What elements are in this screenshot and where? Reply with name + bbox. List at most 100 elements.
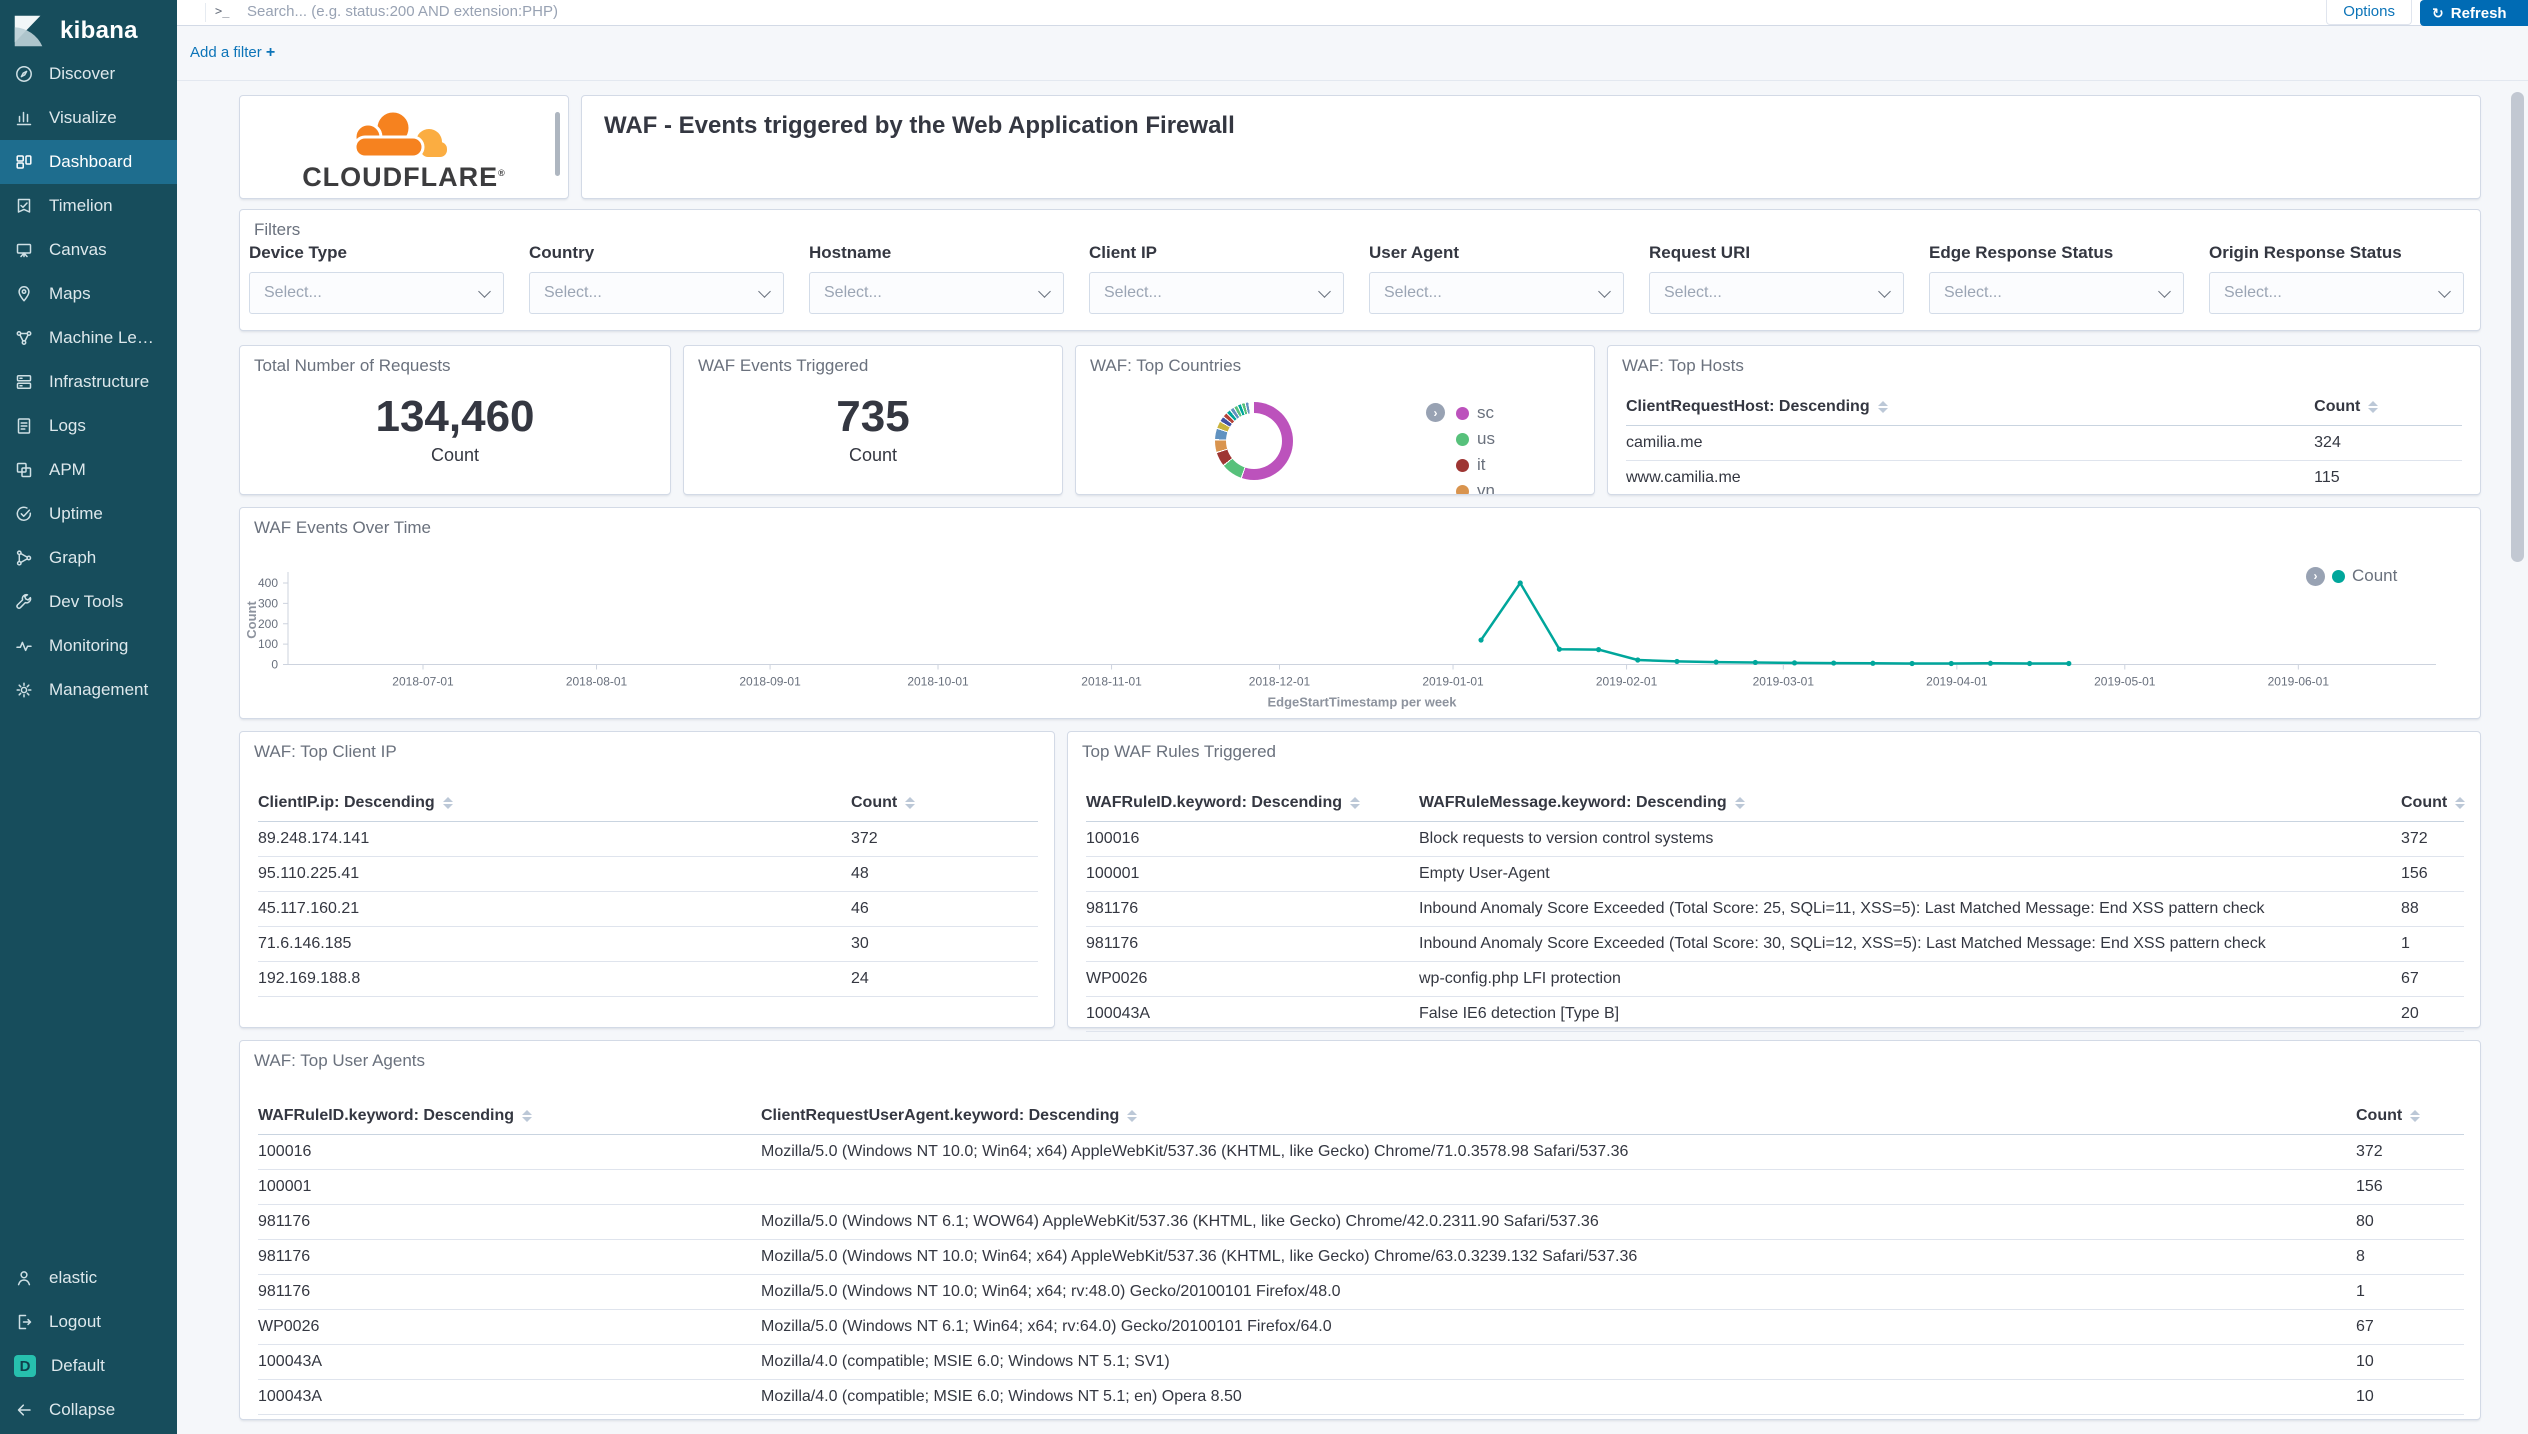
table-row[interactable]: 71.6.146.18530 [258, 927, 1038, 962]
sidebar-item-apm[interactable]: APM [0, 448, 177, 492]
sort-icon [2410, 1110, 2420, 1122]
cloudflare-cloud-icon [329, 104, 479, 166]
legend-item-sc[interactable]: sc [1456, 400, 1495, 426]
table-cell: Inbound Anomaly Score Exceeded (Total Sc… [1419, 927, 2401, 962]
sidebar-item-collapse[interactable]: Collapse [0, 1388, 177, 1432]
sidebar-item-machine-le[interactable]: Machine Le… [0, 316, 177, 360]
legend-label[interactable]: Count [2352, 566, 2397, 586]
table-row[interactable]: 100001Empty User-Agent156 [1086, 857, 2464, 892]
table-row[interactable]: 981176Mozilla/5.0 (Windows NT 10.0; Win6… [258, 1240, 2464, 1275]
filter-select-hostname[interactable]: Select... [809, 272, 1064, 314]
sidebar-item-dev-tools[interactable]: Dev Tools [0, 580, 177, 624]
kibana-logo-icon [10, 12, 48, 50]
column-header[interactable]: WAFRuleID.keyword: Descending [1086, 788, 1419, 822]
table-row[interactable]: WP0026wp-config.php LFI protection67 [1086, 962, 2464, 997]
filter-select-edge-response-status[interactable]: Select... [1929, 272, 2184, 314]
filter-select-client-ip[interactable]: Select... [1089, 272, 1344, 314]
legend-expand-icon[interactable]: › [1426, 403, 1445, 422]
filter-select-user-agent[interactable]: Select... [1369, 272, 1624, 314]
sidebar-item-default[interactable]: DDefault [0, 1344, 177, 1388]
column-header[interactable]: Count [2401, 788, 2464, 822]
add-filter-link[interactable]: Add a filter + [190, 44, 275, 62]
legend-item-vn[interactable]: vn [1456, 478, 1495, 495]
sidebar-item-uptime[interactable]: Uptime [0, 492, 177, 536]
table-row[interactable]: 95.110.225.4148 [258, 857, 1038, 892]
sidebar-item-graph[interactable]: Graph [0, 536, 177, 580]
sidebar-item-elastic[interactable]: elastic [0, 1256, 177, 1300]
sidebar: kibana DiscoverVisualizeDashboardTimelio… [0, 0, 177, 1434]
column-header[interactable]: Count [2356, 1101, 2464, 1135]
table-row[interactable]: www.camilia.me115 [1626, 461, 2462, 496]
panel-scrollbar[interactable] [555, 112, 560, 176]
table-row[interactable]: 100016Block requests to version control … [1086, 822, 2464, 857]
filter-device-type: Device TypeSelect... [249, 243, 504, 314]
filter-select-request-uri[interactable]: Select... [1649, 272, 1904, 314]
sidebar-item-management[interactable]: Management [0, 668, 177, 712]
filter-select-country[interactable]: Select... [529, 272, 784, 314]
table-row[interactable]: 100016Mozilla/5.0 (Windows NT 10.0; Win6… [258, 1135, 2464, 1170]
sidebar-item-canvas[interactable]: Canvas [0, 228, 177, 272]
sidebar-item-logs[interactable]: Logs [0, 404, 177, 448]
countries-donut-chart[interactable] [1215, 402, 1293, 480]
legend-label: it [1477, 455, 1486, 475]
sort-up-arrow [1127, 1110, 1137, 1115]
top-hosts-table: ClientRequestHost: DescendingCountcamili… [1626, 392, 2462, 495]
table-row[interactable]: 981176Mozilla/5.0 (Windows NT 6.1; WOW64… [258, 1205, 2464, 1240]
legend-item-it[interactable]: it [1456, 452, 1495, 478]
column-header[interactable]: Count [2314, 392, 2462, 426]
top-waf-rules-table: WAFRuleID.keyword: DescendingWAFRuleMess… [1086, 788, 2464, 1032]
sidebar-item-maps[interactable]: Maps [0, 272, 177, 316]
table-row[interactable]: 100043AMozilla/4.0 (compatible; MSIE 6.0… [258, 1380, 2464, 1415]
refresh-icon: ↻ [2432, 6, 2444, 20]
sort-down-arrow [905, 804, 915, 809]
sidebar-item-timelion[interactable]: Timelion [0, 184, 177, 228]
top-hosts-panel: WAF: Top Hosts ClientRequestHost: Descen… [1607, 345, 2481, 495]
filter-select-origin-response-status[interactable]: Select... [2209, 272, 2464, 314]
options-button[interactable]: Options [2326, 0, 2412, 25]
table-row[interactable]: 100043AMozilla/4.0 (compatible; MSIE 6.0… [258, 1345, 2464, 1380]
table-row[interactable]: 981176Inbound Anomaly Score Exceeded (To… [1086, 927, 2464, 962]
sidebar-item-dashboard[interactable]: Dashboard [0, 140, 177, 184]
table-cell: 45.117.160.21 [258, 892, 851, 927]
table-cell: 100016 [258, 1135, 761, 1170]
column-header[interactable]: ClientRequestUserAgent.keyword: Descendi… [761, 1101, 2356, 1135]
table-row[interactable]: 100001156 [258, 1170, 2464, 1205]
table-row[interactable]: WP0026Mozilla/5.0 (Windows NT 6.1; Win64… [258, 1310, 2464, 1345]
table-row[interactable]: 45.117.160.2146 [258, 892, 1038, 927]
table-cell: Mozilla/5.0 (Windows NT 10.0; Win64; x64… [761, 1275, 2356, 1310]
svg-text:300: 300 [258, 596, 278, 610]
table-row[interactable]: camilia.me324 [1626, 426, 2462, 461]
table-cell: 981176 [258, 1205, 761, 1240]
dev-tools-icon [14, 592, 34, 612]
table-row[interactable]: 981176Inbound Anomaly Score Exceeded (To… [1086, 892, 2464, 927]
table-row[interactable]: 100043AFalse IE6 detection [Type B]20 [1086, 997, 2464, 1032]
refresh-button[interactable]: ↻ Refresh [2420, 0, 2528, 26]
kibana-brand[interactable]: kibana [0, 0, 177, 52]
sidebar-item-monitoring[interactable]: Monitoring [0, 624, 177, 668]
sidebar-item-infrastructure[interactable]: Infrastructure [0, 360, 177, 404]
search-input[interactable]: Search... (e.g. status:200 AND extension… [247, 3, 558, 20]
events-over-time-chart[interactable]: 01002003004002018-07-012018-08-012018-09… [240, 508, 2480, 718]
sidebar-item-discover[interactable]: Discover [0, 52, 177, 96]
column-header[interactable]: WAFRuleID.keyword: Descending [258, 1101, 761, 1135]
legend-expand-icon[interactable]: › [2306, 567, 2325, 586]
logout-icon [14, 1312, 34, 1332]
sidebar-item-label: Collapse [49, 1400, 115, 1420]
column-header[interactable]: Count [851, 788, 1038, 822]
table-cell: 192.169.188.8 [258, 962, 851, 997]
sidebar-item-visualize[interactable]: Visualize [0, 96, 177, 140]
column-header[interactable]: WAFRuleMessage.keyword: Descending [1419, 788, 2401, 822]
table-cell: wp-config.php LFI protection [1419, 962, 2401, 997]
table-row[interactable]: 981176Mozilla/5.0 (Windows NT 10.0; Win6… [258, 1275, 2464, 1310]
table-row[interactable]: 89.248.174.141372 [258, 822, 1038, 857]
table-row[interactable]: 192.169.188.824 [258, 962, 1038, 997]
table-cell: 372 [851, 822, 1038, 857]
filter-select-device-type[interactable]: Select... [249, 272, 504, 314]
table-cell: 100016 [1086, 822, 1419, 857]
column-header[interactable]: ClientIP.ip: Descending [258, 788, 851, 822]
legend-item-us[interactable]: us [1456, 426, 1495, 452]
sidebar-item-logout[interactable]: Logout [0, 1300, 177, 1344]
column-header[interactable]: ClientRequestHost: Descending [1626, 392, 2314, 426]
page-scrollbar[interactable] [2511, 92, 2524, 562]
total-requests-panel: Total Number of Requests 134,460 Count [239, 345, 671, 495]
